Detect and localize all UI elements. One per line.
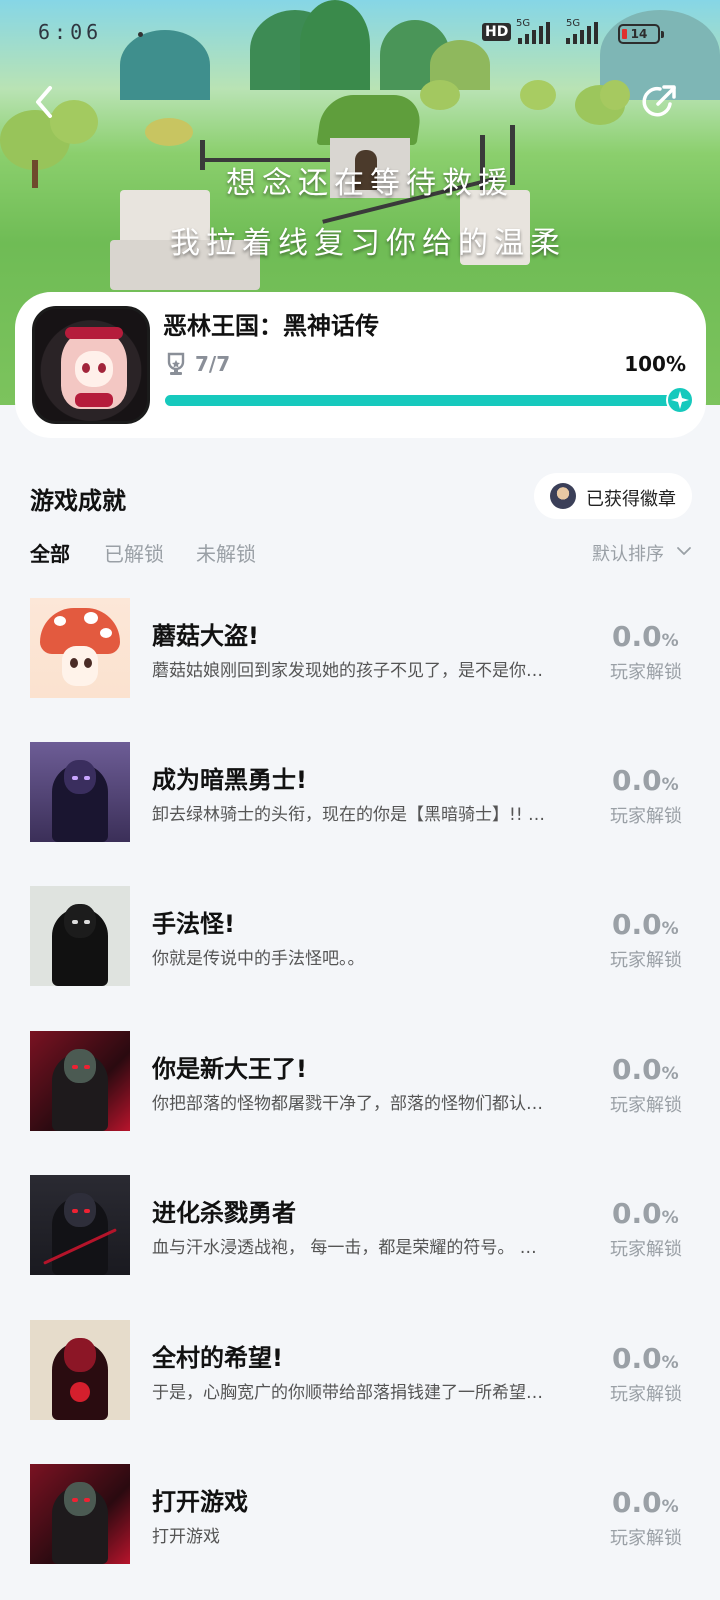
achievement-title: 打开游戏 [152, 1488, 248, 1516]
achievement-item[interactable]: 蘑菇大盗! 蘑菇姑娘刚回到家发现她的孩子不见了，是不是你… 0.0% 玩家解锁 [0, 598, 720, 698]
achievement-title: 你是新大王了! [152, 1055, 307, 1083]
unlock-rate: 0.0% [612, 1053, 679, 1086]
completion-progress-fill [165, 395, 681, 406]
unlock-rate: 0.0% [612, 1486, 679, 1519]
unlock-rate-label: 玩家解锁 [610, 950, 682, 971]
achievement-description: 卸去绿林骑士的头衔，现在的你是【黑暗骑士】!! … [152, 805, 546, 825]
unlock-rate-label: 玩家解锁 [610, 1239, 682, 1260]
unlock-rate: 0.0% [612, 764, 679, 797]
achievement-title: 进化杀戮勇者 [152, 1199, 296, 1227]
scenery-tree [145, 118, 193, 146]
achievement-thumbnail [30, 1320, 130, 1420]
chevron-down-icon[interactable] [676, 543, 692, 559]
completion-progress-bar [165, 395, 681, 406]
achievement-thumbnail [30, 742, 130, 842]
share-button[interactable] [640, 82, 680, 122]
achievement-item[interactable]: 全村的希望! 于是，心胸宽广的你顺带给部落捐钱建了一所希望… 0.0% 玩家解锁 [0, 1320, 720, 1420]
lyric-line-2: 我拉着线复习你给的温柔 [170, 226, 566, 261]
section-title: 游戏成就 [30, 487, 126, 515]
trophy-count: 7/7 [195, 352, 231, 376]
earned-badges-label: 已获得徽章 [586, 489, 676, 510]
hd-indicator: HD [482, 23, 512, 41]
unlock-rate-label: 玩家解锁 [610, 806, 682, 827]
achievement-item[interactable]: 手法怪! 你就是传说中的手法怪吧。。 0.0% 玩家解锁 [0, 886, 720, 986]
achievement-item[interactable]: 打开游戏 打开游戏 0.0% 玩家解锁 [0, 1464, 720, 1564]
achievement-title: 手法怪! [152, 910, 235, 938]
achievement-description: 蘑菇姑娘刚回到家发现她的孩子不见了，是不是你… [152, 661, 543, 681]
achievement-title: 全村的希望! [152, 1344, 283, 1372]
achievement-thumbnail [30, 886, 130, 986]
battery-icon: 14 [618, 24, 664, 44]
achievement-description: 你把部落的怪物都屠戮干净了，部落的怪物们都认… [152, 1094, 543, 1114]
achievement-item[interactable]: 你是新大王了! 你把部落的怪物都屠戮干净了，部落的怪物们都认… 0.0% 玩家解… [0, 1031, 720, 1131]
achievement-thumbnail [30, 598, 130, 698]
scenery-tree [600, 80, 630, 110]
notification-dot-icon [138, 32, 143, 37]
signal-strength-icon [518, 22, 556, 44]
badge-avatar-icon [550, 483, 576, 509]
scenery-tree [420, 80, 460, 110]
sort-select[interactable]: 默认排序 [592, 540, 664, 566]
completion-percent: 100% [624, 352, 686, 376]
scenery-tree [520, 80, 556, 110]
achievement-thumbnail [30, 1175, 130, 1275]
unlock-rate-label: 玩家解锁 [610, 1528, 682, 1549]
unlock-rate-label: 玩家解锁 [610, 662, 682, 683]
share-icon [642, 85, 676, 117]
status-bar: 6:06 HD 5G 5G 14 [0, 0, 720, 70]
tab-locked[interactable]: 未解锁 [196, 538, 256, 567]
sparkle-icon [666, 386, 694, 414]
signal-strength-icon [566, 22, 604, 44]
tab-all[interactable]: 全部 [30, 538, 70, 567]
achievement-thumbnail [30, 1464, 130, 1564]
game-title: 恶林王国：黑神话传 [163, 312, 379, 340]
achievement-description: 你就是传说中的手法怪吧。。 [152, 949, 365, 969]
achievement-title: 蘑菇大盗! [152, 622, 259, 650]
unlock-rate: 0.0% [612, 620, 679, 653]
unlock-rate: 0.0% [612, 1342, 679, 1375]
achievement-thumbnail [30, 1031, 130, 1131]
tab-unlocked[interactable]: 已解锁 [104, 538, 164, 567]
earned-badges-button[interactable]: 已获得徽章 [534, 473, 692, 519]
status-time: 6:06 [38, 20, 103, 44]
back-arrow-icon [36, 86, 52, 118]
unlock-rate-label: 玩家解锁 [610, 1384, 682, 1405]
achievement-description: 打开游戏 [152, 1527, 220, 1547]
trophy-icon [167, 352, 185, 375]
unlock-rate: 0.0% [612, 908, 679, 941]
achievement-description: 于是，心胸宽广的你顺带给部落捐钱建了一所希望… [152, 1383, 543, 1403]
achievement-title: 成为暗黑勇士! [152, 766, 307, 794]
game-summary-card[interactable]: 恶林王国：黑神话传 7/7 100% [15, 292, 706, 438]
achievement-item[interactable]: 进化杀戮勇者 血与汗水浸透战袍， 每一击，都是荣耀的符号。 … 0.0% 玩家解… [0, 1175, 720, 1275]
lyric-line-1: 想念还在等待救援 [226, 166, 514, 201]
game-icon [32, 306, 150, 424]
unlock-rate: 0.0% [612, 1197, 679, 1230]
achievement-description: 血与汗水浸透战袍， 每一击，都是荣耀的符号。 … [152, 1238, 537, 1258]
unlock-rate-label: 玩家解锁 [610, 1095, 682, 1116]
back-button[interactable] [26, 82, 66, 122]
achievement-item[interactable]: 成为暗黑勇士! 卸去绿林骑士的头衔，现在的你是【黑暗骑士】!! … 0.0% 玩… [0, 742, 720, 842]
